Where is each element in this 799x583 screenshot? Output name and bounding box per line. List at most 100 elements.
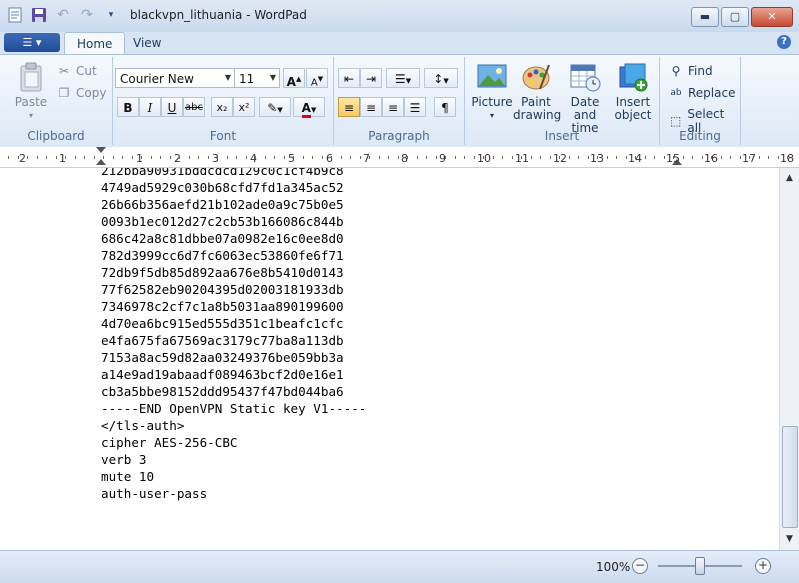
ruler-tick-mark	[559, 156, 560, 159]
ruler-tick-mark	[568, 156, 570, 159]
document-text[interactable]: 212bba90931bddcdcd129c0c1cf4b9c8 4749ad5…	[101, 168, 366, 502]
superscript-button[interactable]: x²	[233, 97, 255, 117]
ruler-tick-mark	[150, 156, 152, 159]
paragraph-settings-button[interactable]: ¶	[434, 97, 456, 117]
first-line-indent-marker[interactable]	[96, 147, 106, 153]
chevron-down-icon: ▼	[224, 73, 232, 82]
ruler-tick-mark	[226, 156, 228, 159]
highlight-color-button[interactable]: ✎▼	[259, 97, 291, 117]
help-icon[interactable]: ?	[777, 35, 791, 49]
ruler-tick-mark	[131, 156, 133, 159]
increase-indent-button[interactable]: ⇥	[360, 68, 382, 88]
document-line[interactable]: 7153a8ac59d82aa03249376be059bb3a	[101, 350, 344, 365]
zoom-out-button[interactable]: −	[632, 558, 648, 574]
cut-button[interactable]: ✂ Cut	[56, 63, 97, 79]
customize-toolbar-chevron-icon[interactable]: ▾	[102, 6, 120, 24]
ruler-tick-mark	[654, 156, 655, 159]
close-button[interactable]: ✕	[751, 7, 793, 27]
document-line[interactable]: </tls-auth>	[101, 418, 184, 433]
ruler-tick-mark	[777, 156, 779, 159]
subscript-button[interactable]: x₂	[211, 97, 233, 117]
insert-group: Picture ▾ Paint drawing Date and time In…	[465, 57, 660, 145]
vertical-scrollbar[interactable]: ▲ ▼	[779, 168, 799, 550]
date-label-line1: Date and	[570, 95, 600, 122]
paste-button[interactable]: Paste ▾	[10, 61, 52, 122]
tab-view[interactable]: View	[121, 32, 173, 54]
document-line[interactable]: mute 10	[101, 469, 154, 484]
scroll-down-arrow-icon[interactable]: ▼	[780, 531, 799, 548]
decrease-indent-button[interactable]: ⇤	[338, 68, 360, 88]
justify-button[interactable]: ☰	[404, 97, 426, 117]
minimize-button[interactable]: ▬	[691, 7, 719, 27]
ruler-tick-mark	[340, 156, 342, 159]
ruler-tick-mark	[312, 156, 313, 159]
undo-icon[interactable]: ↶	[54, 6, 72, 24]
paint-label-line2: drawing	[513, 108, 562, 122]
paint-drawing-button[interactable]: Paint drawing	[513, 61, 562, 122]
ruler-tick-mark	[255, 156, 256, 159]
align-center-button[interactable]: ≡	[360, 97, 382, 117]
document-line[interactable]: 212bba90931bddcdcd129c0c1cf4b9c8	[101, 168, 344, 178]
document-line[interactable]: 0093b1ec012d27c2cb53b166086c844b	[101, 214, 344, 229]
ruler-tick-mark	[103, 156, 104, 159]
replace-button[interactable]: ab Replace	[668, 85, 735, 101]
align-right-button[interactable]: ≡	[382, 97, 404, 117]
document-line[interactable]: 686c42a8c81dbbe07a0982e16c0ee8d0	[101, 231, 344, 246]
tab-home[interactable]: Home	[64, 32, 126, 55]
line-spacing-icon: ↕	[433, 72, 444, 86]
document-line[interactable]: auth-user-pass	[101, 486, 207, 501]
document-line[interactable]: 782d3999cc6d7fc6063ec53860fe6f71	[101, 248, 344, 263]
ruler-tick-mark	[426, 156, 427, 159]
strikethrough-button[interactable]: abc	[183, 97, 205, 117]
document-line[interactable]: e4fa675fa67569ac3179c77ba8a113db	[101, 333, 344, 348]
document-line[interactable]: 7346978c2cf7c1a8b5031aa890199600	[101, 299, 344, 314]
select-all-icon: ⬚	[670, 114, 682, 128]
find-button[interactable]: ⚲ Find	[668, 63, 713, 79]
font-family-select[interactable]: Courier New ▼	[115, 68, 235, 88]
ruler[interactable]: 21123456789101112131415161718	[0, 147, 799, 168]
document-line[interactable]: 26b66b356aefd21b102ade0a9c75b0e5	[101, 197, 344, 212]
font-group-label: Font	[209, 129, 237, 143]
zoom-level: 100%	[596, 560, 631, 574]
application-menu-button[interactable]: ☰ ▾	[4, 33, 60, 52]
scrollbar-thumb[interactable]	[782, 426, 798, 528]
bold-button[interactable]: B	[117, 97, 139, 117]
underline-button[interactable]: U	[161, 97, 183, 117]
zoom-in-button[interactable]: +	[755, 558, 771, 574]
grow-font-button[interactable]: A▲	[283, 68, 305, 89]
scroll-up-arrow-icon[interactable]: ▲	[780, 170, 799, 187]
ruler-tick-mark	[369, 156, 370, 159]
document-line[interactable]: 4d70ea6bc915ed555d351c1beafc1cfc	[101, 316, 344, 331]
ruler-tick-label: 12	[553, 152, 567, 165]
ruler-tick-mark	[93, 156, 95, 159]
document-area[interactable]: 212bba90931bddcdcd129c0c1cf4b9c8 4749ad5…	[0, 168, 779, 550]
document-line[interactable]: a14e9ad19abaadf089463bcf2d0e16e1	[101, 367, 344, 382]
italic-button[interactable]: I	[139, 97, 161, 117]
replace-label: Replace	[688, 86, 736, 100]
copy-button[interactable]: ❐ Copy	[56, 85, 107, 101]
bullet-list-button[interactable]: ☰▼	[386, 68, 420, 88]
maximize-button[interactable]: ▢	[721, 7, 749, 27]
document-line[interactable]: 77f62582eb90204395d02003181933db	[101, 282, 344, 297]
redo-icon[interactable]: ↷	[78, 6, 96, 24]
align-left-button[interactable]: ≡	[338, 97, 360, 117]
document-line[interactable]: -----END OpenVPN Static key V1-----	[101, 401, 366, 416]
document-line[interactable]: 4749ad5929c030b68cfd7fd1a345ac52	[101, 180, 344, 195]
text-color-button[interactable]: A▼	[293, 97, 325, 118]
ruler-tick-mark	[46, 156, 47, 159]
shrink-font-button[interactable]: A▼	[306, 68, 328, 88]
zoom-slider-thumb[interactable]	[695, 557, 705, 575]
paste-label: Paste	[14, 95, 48, 109]
document-line[interactable]: verb 3	[101, 452, 147, 467]
date-time-button[interactable]: Date and time	[559, 61, 611, 135]
wordpad-app-icon[interactable]	[6, 6, 24, 24]
font-size-select[interactable]: 11 ▼	[234, 68, 280, 88]
picture-button[interactable]: Picture ▾	[469, 61, 515, 122]
hanging-indent-marker[interactable]	[96, 159, 106, 165]
line-spacing-button[interactable]: ↕▼	[424, 68, 458, 88]
document-line[interactable]: 72db9f5db85d892aa676e8b5410d0143	[101, 265, 344, 280]
document-line[interactable]: cipher AES-256-CBC	[101, 435, 237, 450]
document-line[interactable]: cb3a5bbe98152ddd95437f47bd044ba6	[101, 384, 344, 399]
insert-object-button[interactable]: Insert object	[611, 61, 655, 122]
save-icon[interactable]	[30, 6, 48, 24]
